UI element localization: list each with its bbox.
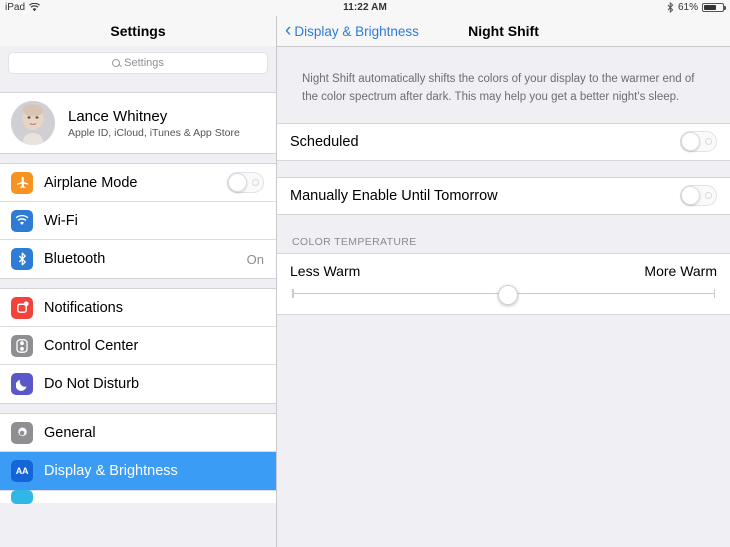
- scheduled-label: Scheduled: [290, 133, 359, 150]
- profile-name: Lance Whitney: [68, 107, 168, 125]
- sidebar-item-general[interactable]: General: [0, 414, 276, 452]
- sidebar-item-label: Notifications: [44, 299, 123, 316]
- search-input[interactable]: Settings: [8, 52, 268, 74]
- sidebar-item-control-center[interactable]: Control Center: [0, 327, 276, 365]
- back-button[interactable]: ‹ Display & Brightness: [285, 19, 419, 41]
- slider-min-label: Less Warm: [290, 262, 361, 279]
- sidebar-item-label: Airplane Mode: [44, 174, 138, 191]
- search-container: Settings: [0, 46, 276, 82]
- airplane-icon: [11, 171, 33, 194]
- sidebar-gap-3: [0, 403, 276, 414]
- color-temperature-slider[interactable]: [290, 284, 717, 305]
- night-shift-description: Night Shift automatically shifts the col…: [302, 73, 695, 103]
- manual-enable-label: Manually Enable Until Tomorrow: [290, 187, 498, 204]
- bluetooth-icon: [11, 248, 33, 270]
- sidebar-item-do-not-disturb[interactable]: Do Not Disturb: [0, 365, 276, 403]
- notifications-icon: [11, 296, 33, 319]
- scheduled-row[interactable]: Scheduled: [277, 122, 730, 161]
- sidebar-item-label: Do Not Disturb: [44, 376, 140, 392]
- sidebar-item-airplane-mode[interactable]: Airplane Mode: [0, 164, 276, 202]
- back-button-label: Display & Brightness: [294, 23, 419, 39]
- sidebar-title: Settings: [0, 16, 276, 46]
- bluetooth-icon: [667, 2, 674, 13]
- battery-icon: [702, 3, 726, 12]
- sidebar-item-label: Bluetooth: [44, 251, 106, 267]
- search-icon: [112, 59, 121, 67]
- slider-max-label: More Warm: [644, 262, 717, 279]
- settings-sidebar: Settings Settings Lance Whitney Apple ID…: [0, 16, 277, 547]
- manual-enable-toggle[interactable]: [680, 185, 717, 207]
- status-bar: iPad 11:22 AM 61%: [0, 0, 730, 16]
- do-not-disturb-icon: [11, 373, 33, 395]
- chevron-left-icon: ‹: [285, 19, 292, 41]
- sidebar-item-partial[interactable]: [0, 490, 276, 504]
- color-temperature-card: Less Warm More Warm: [277, 252, 730, 315]
- battery-percent-label: 61%: [677, 2, 698, 13]
- status-bar-time: 11:22 AM: [343, 2, 387, 13]
- navigation-bar: ‹ Display & Brightness Night Shift: [277, 16, 730, 47]
- search-placeholder: Settings: [124, 57, 164, 69]
- sidebar-item-notifications[interactable]: Notifications: [0, 289, 276, 327]
- sidebar-item-label: Control Center: [44, 337, 139, 354]
- slider-labels: Less Warm More Warm: [290, 263, 717, 279]
- profile-subtitle: Apple ID, iCloud, iTunes & App Store: [68, 126, 240, 139]
- bluetooth-status-value: On: [246, 251, 264, 267]
- sidebar-item-wifi[interactable]: Wi-Fi: [0, 202, 276, 240]
- status-bar-right: 61%: [667, 2, 726, 13]
- sidebar-group-partial: [0, 490, 276, 504]
- sidebar-gap-2: [0, 278, 276, 289]
- scheduled-toggle[interactable]: [680, 131, 717, 153]
- sidebar-item-label: Display & Brightness: [44, 463, 178, 479]
- color-temperature-header: COLOR TEMPERATURE: [292, 235, 417, 248]
- slider-cap-right: [713, 288, 715, 298]
- sidebar-group-system: Notifications Control Center Do Not Dist…: [0, 289, 276, 403]
- sidebar-gap-top: [0, 82, 276, 93]
- slider-knob[interactable]: [497, 284, 518, 305]
- sidebar-group-device: General AA Display & Brightness: [0, 414, 276, 490]
- sidebar-item-label: Wi-Fi: [44, 212, 78, 229]
- avatar: [11, 101, 55, 145]
- sidebar-item-bluetooth[interactable]: Bluetooth On: [0, 240, 276, 278]
- sidebar-item-label: General: [44, 424, 96, 441]
- wifi-icon: [11, 209, 33, 232]
- airplane-mode-toggle[interactable]: [227, 172, 264, 193]
- detail-panel: ‹ Display & Brightness Night Shift Night…: [277, 16, 730, 547]
- sidebar-item-display-brightness[interactable]: AA Display & Brightness: [0, 452, 276, 490]
- sidebar-group-connectivity: Airplane Mode Wi-Fi Bluetooth On: [0, 164, 276, 278]
- display-brightness-icon: AA: [11, 460, 33, 482]
- slider-cap-left: [292, 288, 294, 298]
- control-center-icon: [11, 334, 33, 357]
- wallpaper-icon: [11, 490, 33, 504]
- sidebar-gap-1: [0, 153, 276, 164]
- sidebar-item-apple-id[interactable]: Lance Whitney Apple ID, iCloud, iTunes &…: [0, 93, 276, 153]
- gear-icon: [11, 421, 33, 444]
- manual-enable-row[interactable]: Manually Enable Until Tomorrow: [277, 176, 730, 215]
